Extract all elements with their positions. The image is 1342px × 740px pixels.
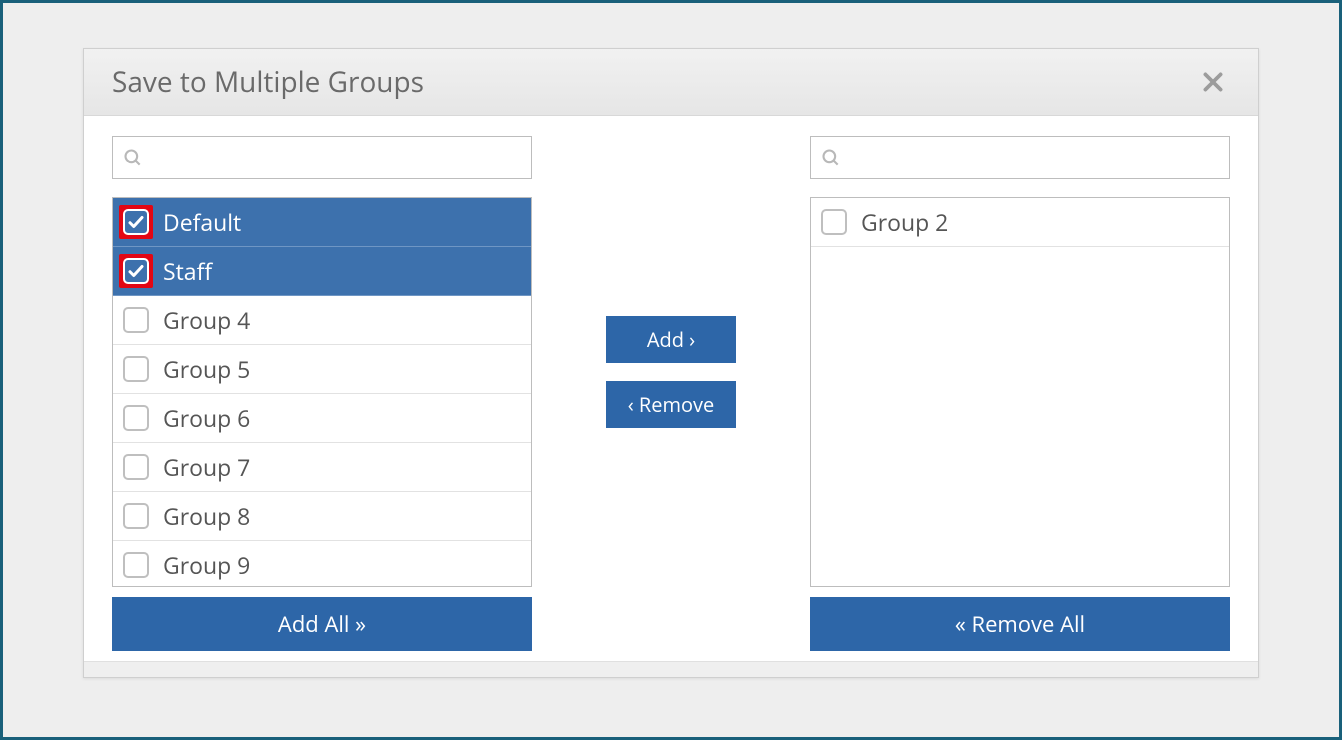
dialog-footer	[84, 661, 1258, 677]
list-item[interactable]: Default	[113, 198, 531, 247]
list-item[interactable]: Group 7	[113, 443, 531, 492]
list-item[interactable]: Group 2	[811, 198, 1229, 247]
dialog-body: Default Staff Group 4 Group 5 Group 6 Group 7…	[84, 116, 1258, 651]
close-button[interactable]	[1196, 65, 1230, 99]
list-item-label: Group 2	[861, 206, 948, 238]
list-item[interactable]: Group 9	[113, 541, 531, 587]
list-item-label: Group 9	[163, 549, 250, 581]
dialog-title: Save to Multiple Groups	[112, 63, 424, 101]
selected-search-input[interactable]	[849, 145, 1219, 170]
selected-groups-column: Group 2 « Remove All	[810, 136, 1230, 651]
save-to-multiple-groups-dialog: Save to Multiple Groups Default Staff Grou…	[83, 48, 1259, 678]
list-item[interactable]: Staff	[113, 247, 531, 296]
available-search-box[interactable]	[112, 136, 532, 179]
available-groups-list[interactable]: Default Staff Group 4 Group 5 Group 6 Group 7…	[112, 197, 532, 587]
highlight-annotation	[119, 254, 153, 288]
add-all-button[interactable]: Add All »	[112, 597, 532, 651]
search-icon	[123, 148, 143, 168]
dialog-header: Save to Multiple Groups	[84, 49, 1258, 116]
list-item[interactable]: Group 6	[113, 394, 531, 443]
list-item[interactable]: Group 4	[113, 296, 531, 345]
checkbox[interactable]	[821, 209, 847, 235]
list-item[interactable]: Group 8	[113, 492, 531, 541]
list-item-label: Staff	[163, 255, 212, 287]
checkbox[interactable]	[123, 209, 149, 235]
selected-search-box[interactable]	[810, 136, 1230, 179]
checkbox[interactable]	[123, 503, 149, 529]
transfer-buttons: Add › ‹ Remove	[532, 136, 810, 651]
list-item-label: Group 7	[163, 451, 250, 483]
available-groups-column: Default Staff Group 4 Group 5 Group 6 Group 7…	[112, 136, 532, 651]
list-item-label: Default	[163, 206, 241, 238]
checkbox[interactable]	[123, 552, 149, 578]
checkbox[interactable]	[123, 454, 149, 480]
search-icon	[821, 148, 841, 168]
list-item-label: Group 4	[163, 304, 250, 336]
add-button[interactable]: Add ›	[606, 316, 736, 363]
list-item-label: Group 8	[163, 500, 250, 532]
list-item[interactable]: Group 5	[113, 345, 531, 394]
list-item-label: Group 5	[163, 353, 250, 385]
close-icon	[1200, 69, 1226, 95]
checkbox[interactable]	[123, 405, 149, 431]
remove-all-button[interactable]: « Remove All	[810, 597, 1230, 651]
checkbox[interactable]	[123, 258, 149, 284]
highlight-annotation	[119, 205, 153, 239]
available-search-input[interactable]	[151, 145, 521, 170]
checkbox[interactable]	[123, 356, 149, 382]
checkbox[interactable]	[123, 307, 149, 333]
list-item-label: Group 6	[163, 402, 250, 434]
selected-groups-list[interactable]: Group 2	[810, 197, 1230, 587]
remove-button[interactable]: ‹ Remove	[606, 381, 737, 428]
